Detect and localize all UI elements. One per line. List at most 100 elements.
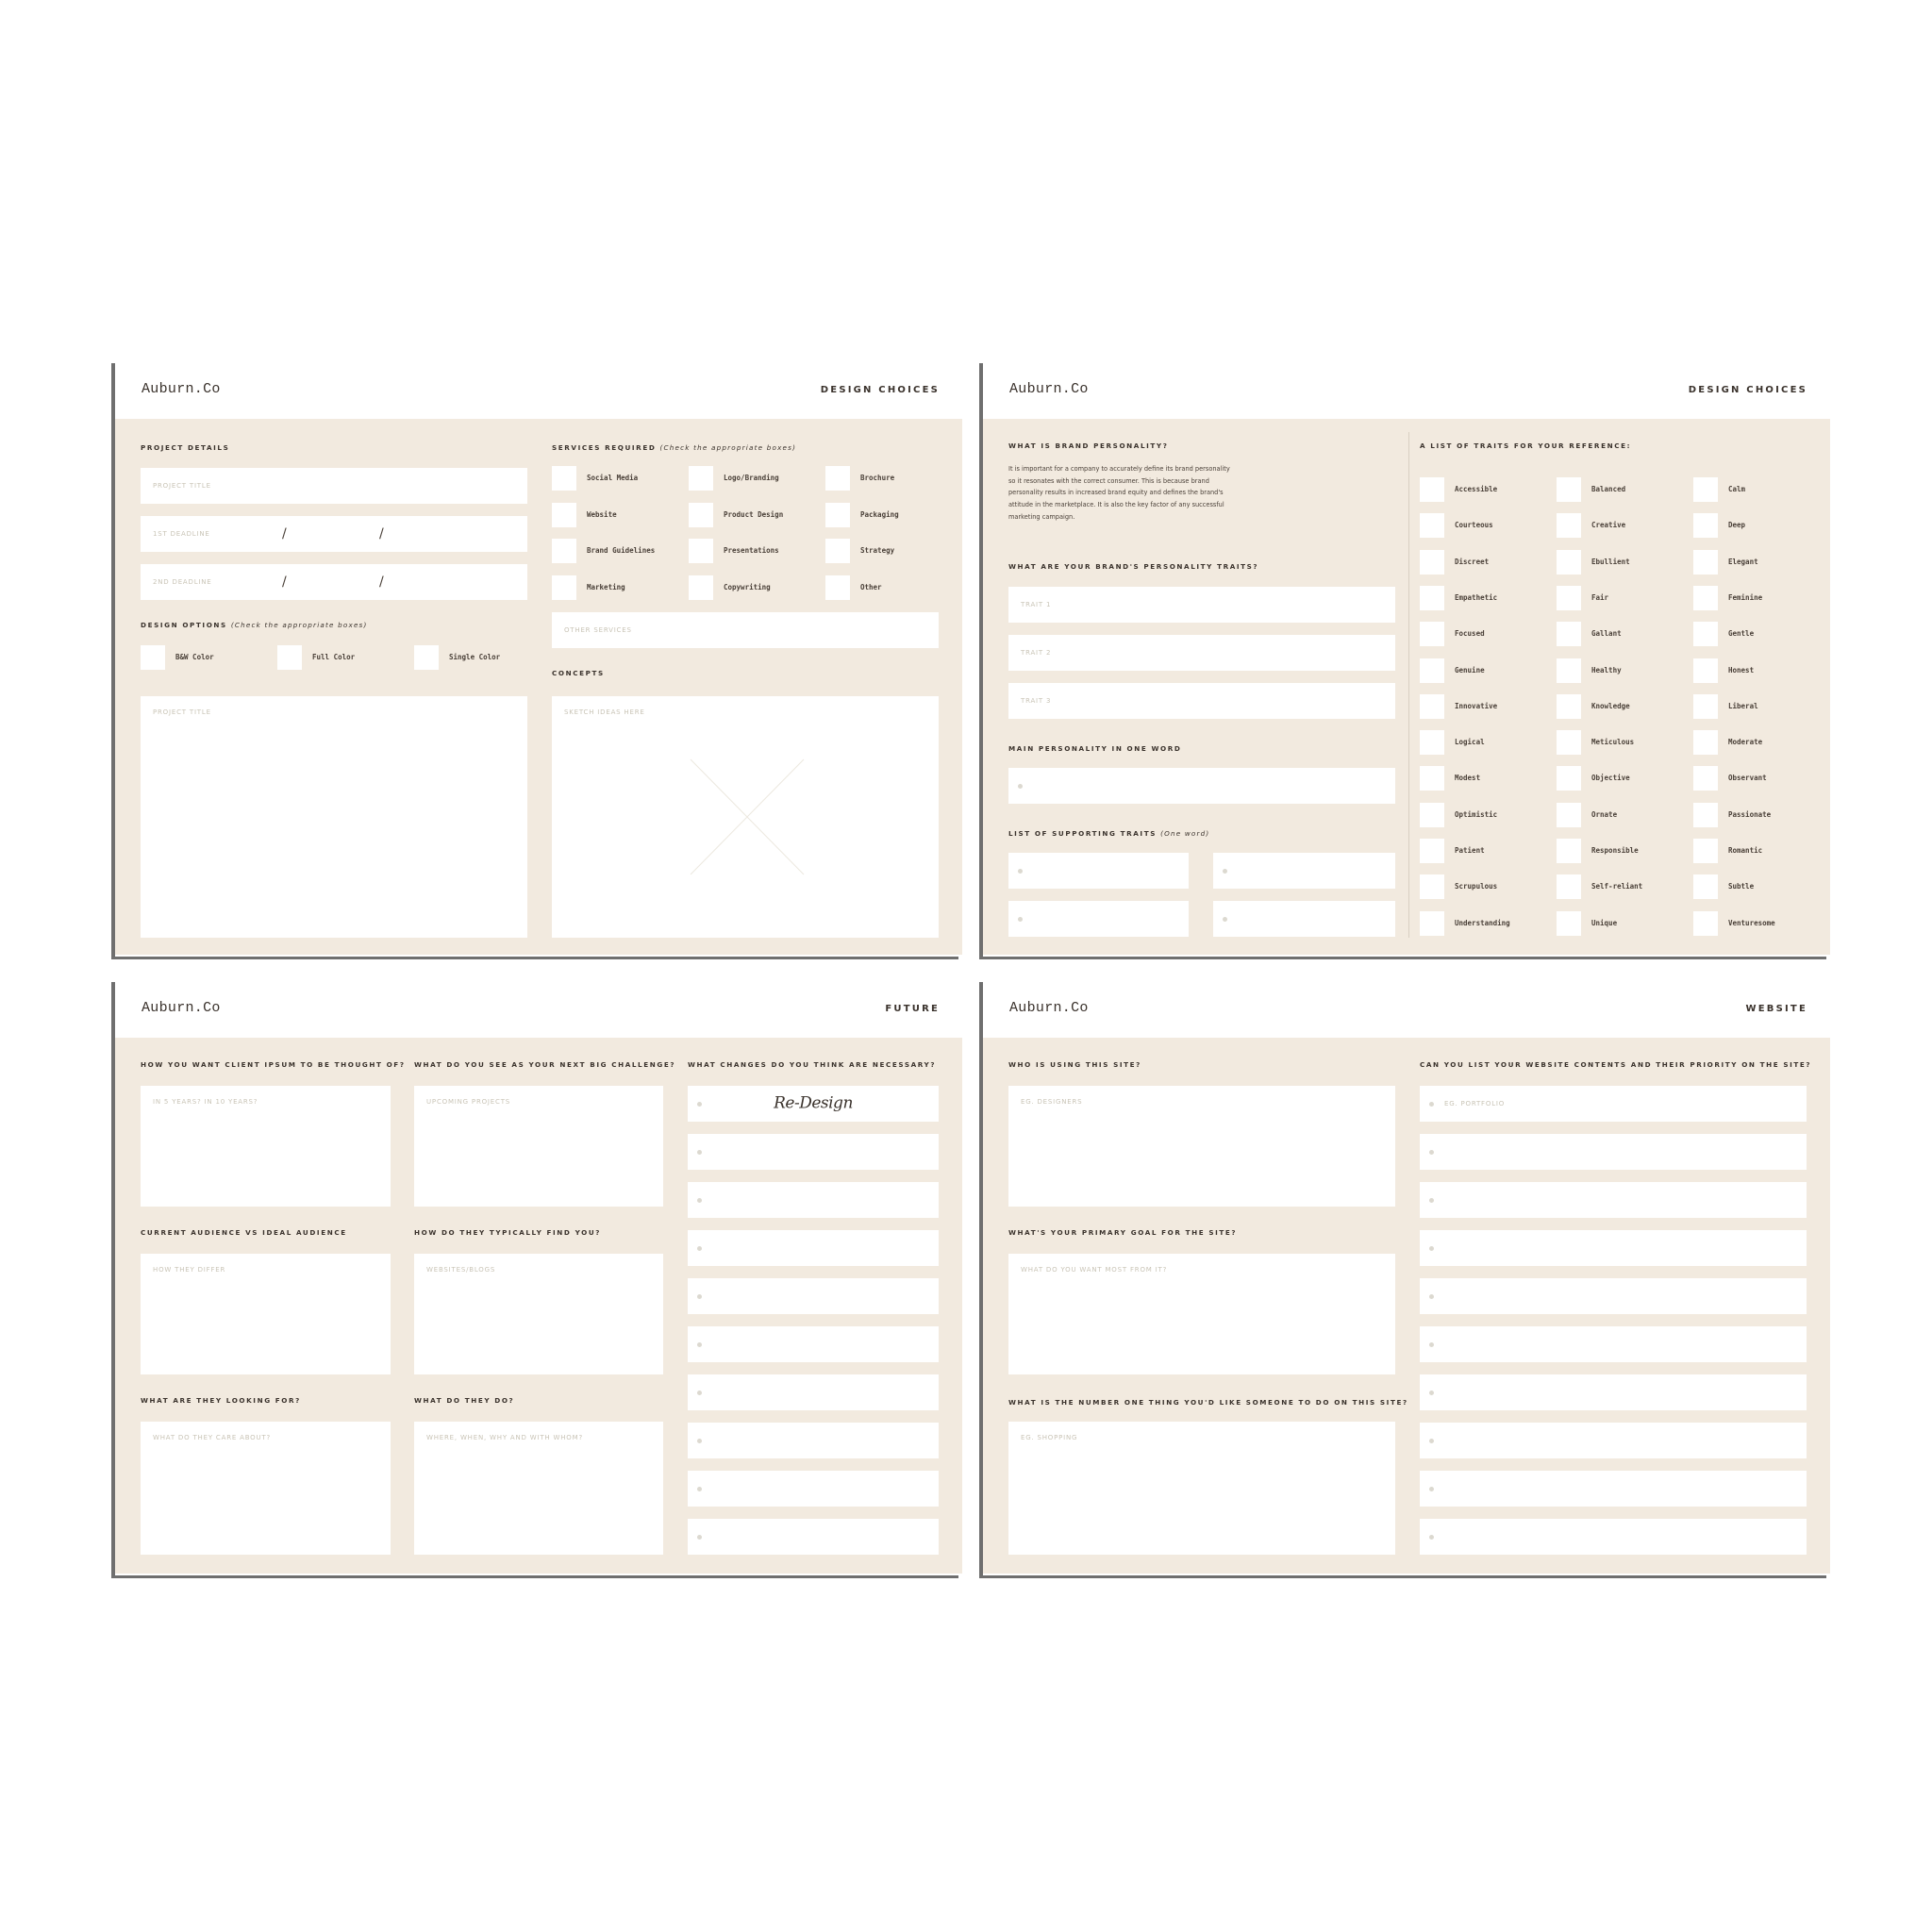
- checkbox[interactable]: [689, 539, 713, 563]
- checkbox[interactable]: [414, 645, 439, 670]
- checkbox[interactable]: [552, 466, 576, 491]
- checkbox[interactable]: [1693, 802, 1718, 827]
- checkbox[interactable]: [1420, 658, 1444, 683]
- checkbox[interactable]: [1693, 477, 1718, 502]
- other-services-field[interactable]: OTHER SERVICES: [552, 612, 939, 648]
- site-users-area[interactable]: EG. DESIGNERS: [1008, 1086, 1395, 1207]
- checkbox[interactable]: [1693, 910, 1718, 936]
- project-title-field[interactable]: PROJECT TITLE: [141, 468, 527, 504]
- website-content-field[interactable]: [1420, 1374, 1807, 1410]
- supporting-trait-field[interactable]: [1008, 853, 1189, 889]
- checkbox[interactable]: [1557, 693, 1581, 719]
- trait-field[interactable]: TRAIT 3: [1008, 683, 1395, 719]
- checkbox[interactable]: [1420, 549, 1444, 575]
- checkbox[interactable]: [1693, 513, 1718, 539]
- checkbox[interactable]: [1557, 766, 1581, 791]
- audience-label: CURRENT AUDIENCE VS IDEAL AUDIENCE: [141, 1228, 347, 1237]
- checkbox[interactable]: [1557, 874, 1581, 900]
- find-you-area[interactable]: WEBSITES/BLOGS: [414, 1254, 663, 1374]
- change-item-field[interactable]: [688, 1374, 939, 1410]
- website-content-field[interactable]: [1420, 1326, 1807, 1362]
- trait-field[interactable]: TRAIT 1: [1008, 587, 1395, 623]
- checkbox[interactable]: [1557, 839, 1581, 863]
- supporting-trait-field[interactable]: [1213, 901, 1395, 937]
- checkbox[interactable]: [825, 466, 850, 491]
- checkbox[interactable]: [1420, 585, 1444, 610]
- checkbox[interactable]: [1420, 839, 1444, 863]
- checkbox[interactable]: [825, 539, 850, 563]
- checkbox[interactable]: [1420, 622, 1444, 647]
- supporting-trait-field[interactable]: [1008, 901, 1189, 937]
- trait-placeholder: TRAIT 3: [1021, 697, 1052, 705]
- checkbox[interactable]: [1420, 802, 1444, 827]
- website-content-field[interactable]: [1420, 1278, 1807, 1314]
- checkbox[interactable]: [1420, 910, 1444, 936]
- main-personality-field[interactable]: [1008, 768, 1395, 804]
- website-content-field[interactable]: [1420, 1134, 1807, 1170]
- trait-field[interactable]: TRAIT 2: [1008, 635, 1395, 671]
- change-item-field[interactable]: [688, 1278, 939, 1314]
- checkbox[interactable]: [825, 575, 850, 600]
- checkbox[interactable]: [552, 539, 576, 563]
- second-deadline-field[interactable]: 2ND DEADLINE / /: [141, 564, 527, 600]
- checkbox[interactable]: [1693, 874, 1718, 900]
- checkbox[interactable]: [1693, 622, 1718, 647]
- change-item-field[interactable]: [688, 1230, 939, 1266]
- checkbox[interactable]: [1693, 549, 1718, 575]
- change-item-field[interactable]: Re-Design: [688, 1086, 939, 1122]
- checkbox[interactable]: [1557, 730, 1581, 756]
- checkbox[interactable]: [1420, 477, 1444, 502]
- audience-placeholder: HOW THEY DIFFER: [153, 1266, 226, 1274]
- next-challenge-area[interactable]: UPCOMING PROJECTS: [414, 1086, 663, 1207]
- checkbox[interactable]: [1557, 802, 1581, 827]
- checkbox[interactable]: [1557, 622, 1581, 647]
- checkbox[interactable]: [825, 502, 850, 527]
- checkbox[interactable]: [689, 575, 713, 600]
- checkbox[interactable]: [1557, 585, 1581, 610]
- checkbox[interactable]: [1693, 839, 1718, 863]
- change-item-field[interactable]: [688, 1471, 939, 1507]
- first-deadline-field[interactable]: 1ST DEADLINE / /: [141, 516, 527, 552]
- change-item-field[interactable]: [688, 1519, 939, 1555]
- checkbox[interactable]: [1557, 658, 1581, 683]
- checkbox[interactable]: [1693, 766, 1718, 791]
- client-perception-area[interactable]: IN 5 YEARS? IN 10 YEARS?: [141, 1086, 391, 1207]
- checkbox[interactable]: [689, 502, 713, 527]
- looking-for-area[interactable]: WHAT DO THEY CARE ABOUT?: [141, 1422, 391, 1555]
- checkbox[interactable]: [141, 645, 165, 670]
- website-content-field[interactable]: EG. PORTFOLIO: [1420, 1086, 1807, 1122]
- checkbox[interactable]: [1420, 730, 1444, 756]
- checkbox[interactable]: [1557, 910, 1581, 936]
- checkbox[interactable]: [1693, 730, 1718, 756]
- checkbox[interactable]: [277, 645, 302, 670]
- website-content-field[interactable]: [1420, 1423, 1807, 1458]
- checkbox[interactable]: [1693, 658, 1718, 683]
- change-item-field[interactable]: [688, 1182, 939, 1218]
- website-content-field[interactable]: [1420, 1182, 1807, 1218]
- checkbox[interactable]: [1557, 549, 1581, 575]
- primary-goal-area[interactable]: WHAT DO YOU WANT MOST FROM IT?: [1008, 1254, 1395, 1374]
- checkbox[interactable]: [689, 466, 713, 491]
- audience-area[interactable]: HOW THEY DIFFER: [141, 1254, 391, 1374]
- sketch-area[interactable]: SKETCH IDEAS HERE: [552, 696, 939, 938]
- checkbox[interactable]: [1420, 513, 1444, 539]
- checkbox[interactable]: [1693, 585, 1718, 610]
- website-content-field[interactable]: [1420, 1471, 1807, 1507]
- checkbox[interactable]: [552, 502, 576, 527]
- checkbox[interactable]: [1420, 766, 1444, 791]
- what-they-do-area[interactable]: WHERE, WHEN, WHY AND WITH WHOM?: [414, 1422, 663, 1555]
- supporting-trait-field[interactable]: [1213, 853, 1395, 889]
- website-content-field[interactable]: [1420, 1230, 1807, 1266]
- checkbox[interactable]: [552, 575, 576, 600]
- change-item-field[interactable]: [688, 1134, 939, 1170]
- checkbox[interactable]: [1557, 477, 1581, 502]
- checkbox[interactable]: [1420, 693, 1444, 719]
- website-content-field[interactable]: [1420, 1519, 1807, 1555]
- checkbox[interactable]: [1693, 693, 1718, 719]
- change-item-field[interactable]: [688, 1326, 939, 1362]
- checkbox[interactable]: [1420, 874, 1444, 900]
- checkbox[interactable]: [1557, 513, 1581, 539]
- project-notes-area[interactable]: PROJECT TITLE: [141, 696, 527, 938]
- change-item-field[interactable]: [688, 1423, 939, 1458]
- number-one-action-area[interactable]: EG. SHOPPING: [1008, 1422, 1395, 1555]
